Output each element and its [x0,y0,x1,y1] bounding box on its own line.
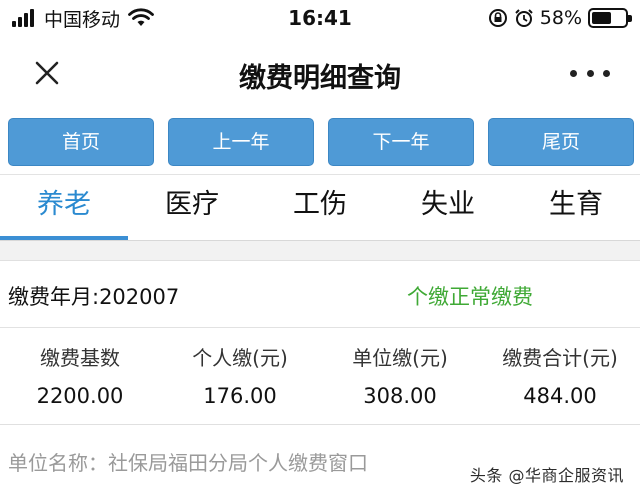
column-header: 单位缴(元) [352,346,448,370]
tab-unemployment[interactable]: 失业 [384,175,512,237]
pagination-bar: 首页 上一年 下一年 尾页 [0,106,640,174]
rotation-lock-icon [488,9,507,27]
tab-pension[interactable]: 养老 [0,175,128,237]
tab-medical[interactable]: 医疗 [128,175,256,237]
page-title: 缴费明细查询 [239,63,401,94]
battery-percent: 58% [539,7,582,29]
column-header: 个人缴(元) [192,346,288,370]
record-header: 缴费年月:202007 个缴正常缴费 [0,260,640,328]
more-icon[interactable] [570,66,610,80]
column-header: 缴费合计(元) [502,346,618,370]
alarm-icon [515,9,533,27]
column-value: 308.00 [363,384,437,408]
record-details: 缴费基数 2200.00 个人缴(元) 176.00 单位缴(元) 308.00… [0,328,640,424]
tab-maternity[interactable]: 生育 [512,175,640,237]
next-year-button[interactable]: 下一年 [328,118,474,166]
column-value: 176.00 [203,384,277,408]
tabs-divider [0,240,640,241]
battery-tip [628,15,632,22]
column-value: 484.00 [523,384,597,408]
prev-year-button[interactable]: 上一年 [168,118,314,166]
battery-level [592,12,611,24]
payment-status: 个缴正常缴费 [407,285,533,309]
first-page-button[interactable]: 首页 [8,118,154,166]
column-employer: 单位缴(元) 308.00 [320,328,480,408]
status-bar-right: 58% [488,6,632,30]
column-header: 缴费基数 [40,346,120,370]
last-page-button[interactable]: 尾页 [488,118,634,166]
column-personal: 个人缴(元) 176.00 [160,328,320,408]
watermark: 头条 @华商企服资讯 [469,466,624,485]
battery-icon [588,8,632,28]
column-value: 2200.00 [36,384,124,408]
nav-bar: 缴费明细查询 [0,36,640,106]
status-bar: 中国移动 16:41 58% [0,0,640,36]
unit-name: 单位名称：社保局福田分局个人缴费窗口 [8,451,368,475]
column-base: 缴费基数 2200.00 [0,328,160,408]
column-total: 缴费合计(元) 484.00 [480,328,640,408]
tab-work-injury[interactable]: 工伤 [256,175,384,237]
payment-period: 缴费年月:202007 [8,285,180,309]
insurance-tabs: 养老 医疗 工伤 失业 生育 [0,174,640,241]
